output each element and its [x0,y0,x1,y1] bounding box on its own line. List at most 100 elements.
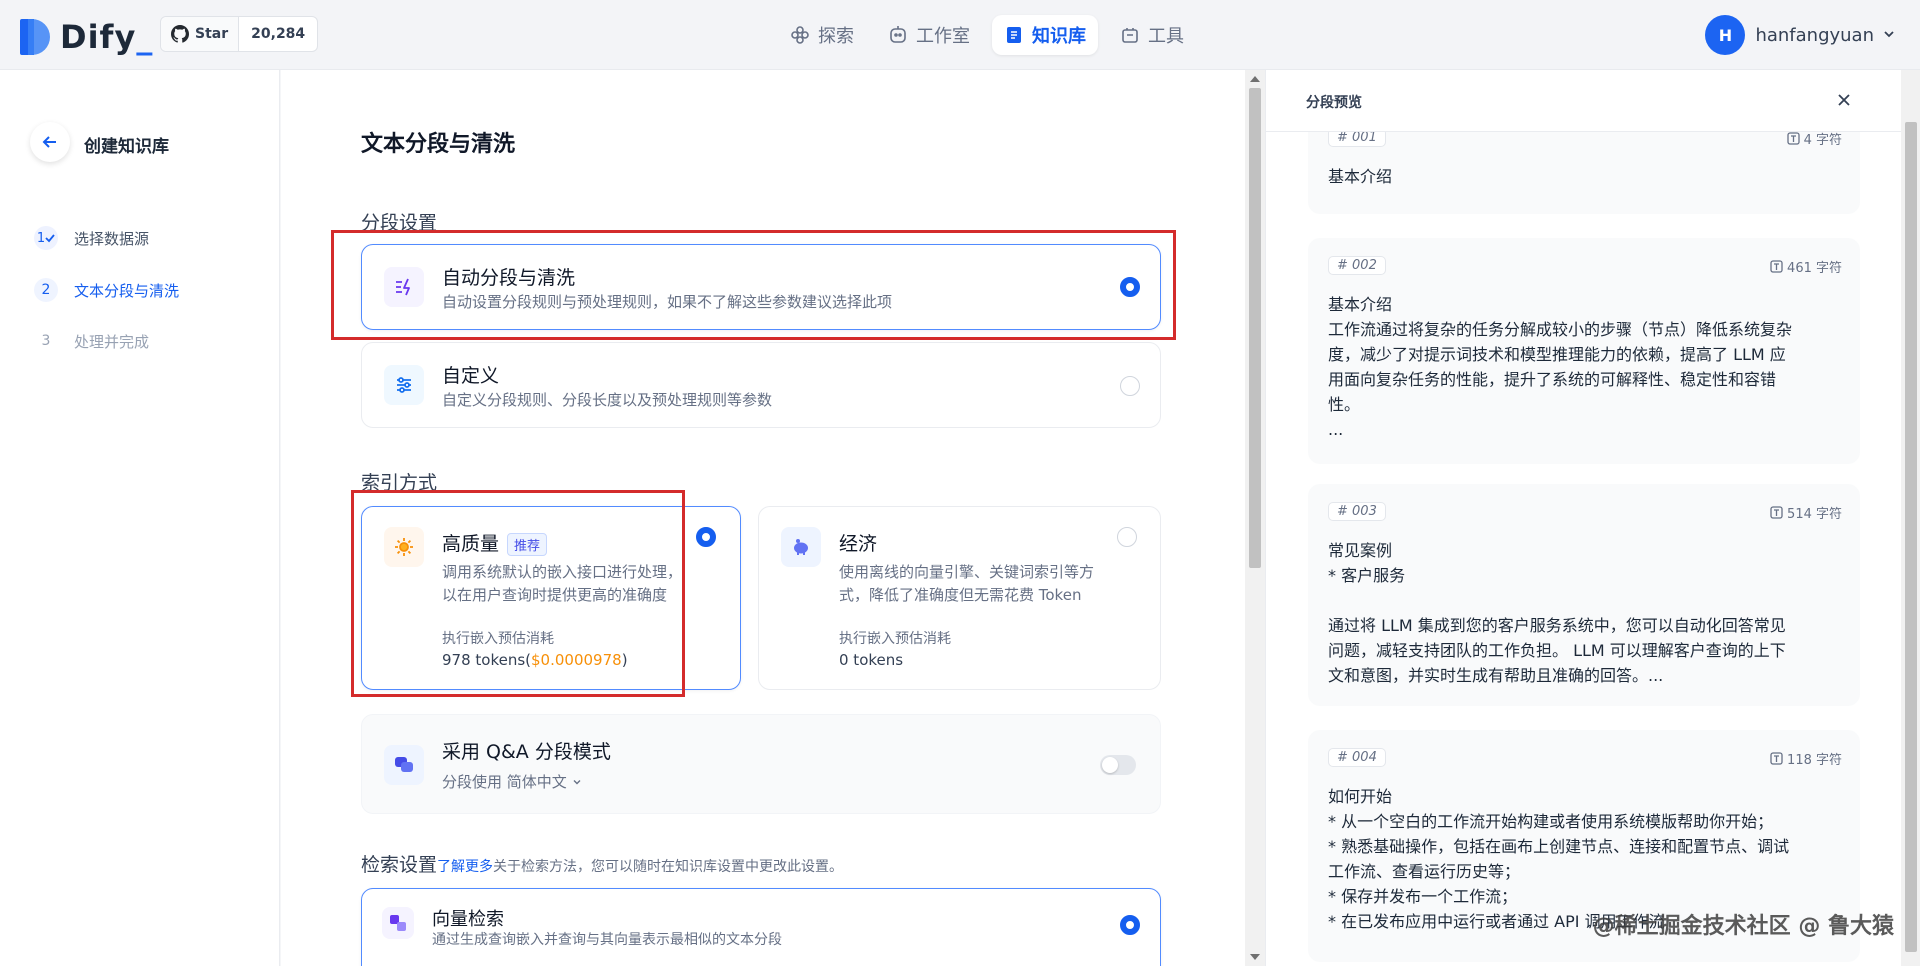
github-star-count: 20,284 [251,26,306,42]
github-star-label: Star [195,26,229,42]
chevron-down-icon [1882,25,1896,46]
preview-scroll-thumb[interactable] [1905,122,1917,952]
step-select-source[interactable]: 1 选择数据源 [34,226,149,250]
explore-icon [790,25,810,45]
nav-tools[interactable]: 工具 [1108,15,1196,55]
main-scrollbar[interactable] [1245,70,1265,966]
studio-icon [888,25,908,45]
nav-knowledge-label: 知识库 [1032,26,1086,47]
sliders-icon [384,365,424,405]
scroll-up-icon[interactable] [1250,76,1260,82]
step-label: 处理并完成 [74,332,150,351]
nav-studio-label: 工作室 [916,26,970,47]
check-icon [45,234,55,243]
vector-search-icon [382,907,414,939]
watermark: @稀土掘金技术社区 @ 鲁大猿 [1592,914,1894,939]
high-quality-cost-label: 执行嵌入预估消耗 [442,631,554,647]
piggy-bank-icon [781,527,821,567]
user-menu[interactable]: H hanfangyuan [1705,15,1896,55]
tools-icon [1120,25,1140,45]
qa-lang-select[interactable]: 简体中文 [507,773,582,791]
nav-studio[interactable]: 工作室 [876,15,982,55]
economy-desc-line1: 使用离线的向量引擎、关键词索引等方 [839,563,1095,581]
segment-id: # 003 [1328,502,1386,521]
preview-scrollbar[interactable] [1901,70,1920,966]
auto-segment-radio[interactable] [1120,277,1140,297]
segment-preview-panel: 分段预览 # 001 4 字符 基本介绍 # 002 461 字符 基本介绍 工… [1265,70,1920,966]
qa-mode-toggle[interactable] [1100,755,1136,775]
scroll-down-icon[interactable] [1250,954,1260,960]
segment-text: 基本介绍 [1328,167,1393,186]
retrieval-desc: 关于检索方法，您可以随时在知识库设置中更改此设置。 [493,859,844,875]
github-star-button[interactable]: Star 20,284 [160,16,319,52]
segment-section-label: 分段设置 [361,212,438,234]
high-quality-option[interactable]: 高质量 推荐 调用系统默认的嵌入接口进行处理， 以在用户查询时提供更高的准确度 执… [361,506,741,690]
auto-segment-option[interactable]: 自动分段与清洗 自动设置分段规则与预处理规则，如果不了解这些参数建议选择此项 [361,244,1161,330]
qa-lang-value: 简体中文 [506,773,567,791]
scroll-thumb[interactable] [1249,88,1261,568]
main-nav: 探索 工作室 知识库 工具 [778,15,1196,55]
index-section-label: 索引方式 [361,472,438,494]
step-label: 文本分段与清洗 [74,281,180,300]
high-quality-title: 高质量 [442,533,500,555]
back-button[interactable] [30,122,70,162]
custom-segment-title: 自定义 [442,365,500,387]
vector-search-radio[interactable] [1120,915,1140,935]
step-number: 1 [34,226,58,250]
economy-option[interactable]: 经济 使用离线的向量引擎、关键词索引等方 式，降低了准确度但无需花费 Token… [758,506,1161,690]
high-quality-radio[interactable] [696,527,716,547]
dify-logo[interactable]: Dify_ [20,18,153,56]
custom-segment-desc: 自定义分段规则、分段长度以及预处理规则等参数 [442,391,773,409]
economy-cost-tokens: 0 tokens [839,651,904,669]
auto-segment-title: 自动分段与清洗 [442,267,576,289]
step-segment-clean: 2 文本分段与清洗 [34,278,179,302]
high-quality-cost-close: ) [621,651,628,669]
nav-knowledge[interactable]: 知识库 [992,15,1098,55]
main-panel: 文本分段与清洗 分段设置 自动分段与清洗 自动设置分段规则与预处理规则，如果不了… [281,70,1245,966]
text-icon [1770,752,1783,765]
vector-search-option[interactable]: 向量检索 通过生成查询嵌入并查询与其向量表示最相似的文本分段 [361,888,1161,966]
high-quality-desc-line2: 以在用户查询时提供更高的准确度 [442,586,668,604]
segment-id: # 002 [1328,256,1386,275]
step-sidebar: 创建知识库 1 选择数据源 2 文本分段与清洗 3 处理并完成 [0,70,280,966]
lightning-icon [384,267,424,307]
learn-more-link[interactable]: 了解更多 [437,859,493,875]
high-quality-desc-line1: 调用系统默认的嵌入接口进行处理， [442,563,683,581]
step-process-finish: 3 处理并完成 [34,329,149,353]
segment-card: # 002 461 字符 基本介绍 工作流通过将复杂的任务分解成较小的步骤（节点… [1308,238,1860,464]
segment-card: # 003 514 字符 常见案例 * 客户服务 通过将 LLM 集成到您的客户… [1308,484,1860,706]
dify-logo-mark [20,19,50,55]
arrow-left-icon [42,136,56,148]
segment-text: 常见案例 * 客户服务 通过将 LLM 集成到您的客户服务系统中，您可以自动化回… [1328,541,1786,685]
economy-radio[interactable] [1117,527,1137,547]
qa-lang-label: 分段使用 [442,773,503,791]
vector-search-title: 向量检索 [432,909,504,930]
segment-char-count: 118 字符 [1787,753,1842,768]
step-label: 选择数据源 [74,229,150,248]
nav-explore-label: 探索 [818,26,854,47]
sun-icon [384,527,424,567]
segment-char-count: 461 字符 [1787,261,1842,276]
user-name: hanfangyuan [1755,24,1874,46]
custom-segment-option[interactable]: 自定义 自定义分段规则、分段长度以及预处理规则等参数 [361,342,1161,428]
retrieval-section-label: 检索设置 [361,854,438,876]
segment-id: # 004 [1328,748,1386,767]
auto-segment-desc: 自动设置分段规则与预处理规则，如果不了解这些参数建议选择此项 [442,293,893,311]
high-quality-cost-money: $0.0000978 [531,651,622,669]
page-title: 文本分段与清洗 [361,132,516,157]
qa-mode-option: 采用 Q&A 分段模式 分段使用 简体中文 [361,714,1161,814]
text-icon [1770,260,1783,273]
segment-char-count: 514 字符 [1787,507,1842,522]
chevron-down-icon [573,780,581,785]
custom-segment-radio[interactable] [1120,376,1140,396]
step-number: 3 [41,333,51,349]
text-icon [1770,506,1783,519]
top-bar: Dify_ Star 20,284 探索 工作室 知识库 工具 H hanfan… [0,0,1920,70]
preview-title: 分段预览 [1306,95,1362,111]
nav-tools-label: 工具 [1148,26,1184,47]
high-quality-cost-tokens: 978 tokens( [442,651,532,669]
close-icon[interactable] [1832,88,1856,112]
nav-explore[interactable]: 探索 [778,15,866,55]
economy-cost-label: 执行嵌入预估消耗 [839,631,951,647]
qa-mode-title: 采用 Q&A 分段模式 [442,741,611,763]
